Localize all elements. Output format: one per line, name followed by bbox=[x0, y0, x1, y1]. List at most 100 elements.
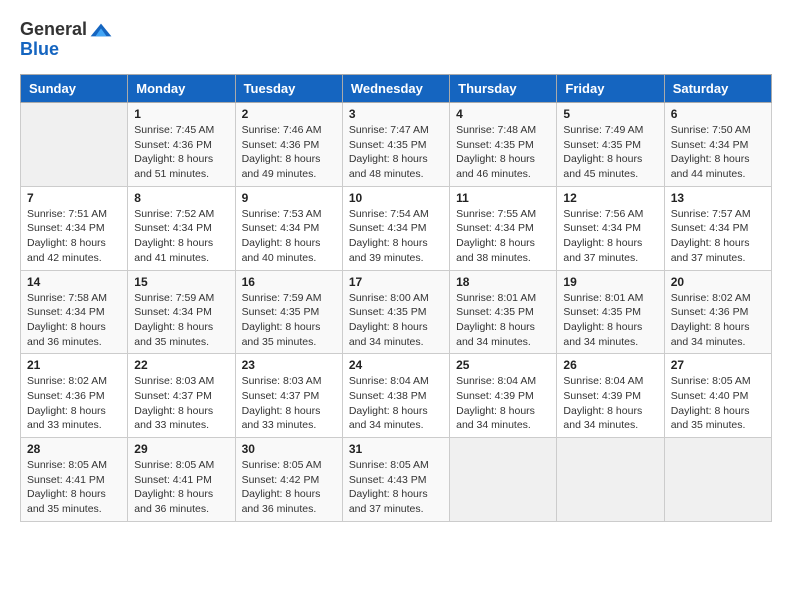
day-info: Sunrise: 8:03 AMSunset: 4:37 PMDaylight:… bbox=[134, 374, 228, 433]
day-info: Sunrise: 7:58 AMSunset: 4:34 PMDaylight:… bbox=[27, 291, 121, 350]
day-info: Sunrise: 7:45 AMSunset: 4:36 PMDaylight:… bbox=[134, 123, 228, 182]
calendar-week-4: 21 Sunrise: 8:02 AMSunset: 4:36 PMDaylig… bbox=[21, 354, 772, 438]
header-monday: Monday bbox=[128, 75, 235, 103]
calendar-week-2: 7 Sunrise: 7:51 AMSunset: 4:34 PMDayligh… bbox=[21, 186, 772, 270]
calendar-cell: 26 Sunrise: 8:04 AMSunset: 4:39 PMDaylig… bbox=[557, 354, 664, 438]
calendar-cell: 10 Sunrise: 7:54 AMSunset: 4:34 PMDaylig… bbox=[342, 186, 449, 270]
day-number: 25 bbox=[456, 358, 550, 372]
day-number: 11 bbox=[456, 191, 550, 205]
day-info: Sunrise: 7:46 AMSunset: 4:36 PMDaylight:… bbox=[242, 123, 336, 182]
day-number: 15 bbox=[134, 275, 228, 289]
day-info: Sunrise: 7:50 AMSunset: 4:34 PMDaylight:… bbox=[671, 123, 765, 182]
calendar-cell: 19 Sunrise: 8:01 AMSunset: 4:35 PMDaylig… bbox=[557, 270, 664, 354]
calendar-cell: 29 Sunrise: 8:05 AMSunset: 4:41 PMDaylig… bbox=[128, 438, 235, 522]
calendar-cell: 15 Sunrise: 7:59 AMSunset: 4:34 PMDaylig… bbox=[128, 270, 235, 354]
calendar-cell bbox=[664, 438, 771, 522]
calendar-cell: 6 Sunrise: 7:50 AMSunset: 4:34 PMDayligh… bbox=[664, 103, 771, 187]
header-wednesday: Wednesday bbox=[342, 75, 449, 103]
day-info: Sunrise: 7:53 AMSunset: 4:34 PMDaylight:… bbox=[242, 207, 336, 266]
day-number: 23 bbox=[242, 358, 336, 372]
day-number: 16 bbox=[242, 275, 336, 289]
calendar-cell: 4 Sunrise: 7:48 AMSunset: 4:35 PMDayligh… bbox=[450, 103, 557, 187]
calendar-cell: 9 Sunrise: 7:53 AMSunset: 4:34 PMDayligh… bbox=[235, 186, 342, 270]
calendar-cell bbox=[21, 103, 128, 187]
calendar-week-5: 28 Sunrise: 8:05 AMSunset: 4:41 PMDaylig… bbox=[21, 438, 772, 522]
day-number: 2 bbox=[242, 107, 336, 121]
calendar-cell bbox=[557, 438, 664, 522]
calendar-cell: 30 Sunrise: 8:05 AMSunset: 4:42 PMDaylig… bbox=[235, 438, 342, 522]
day-number: 8 bbox=[134, 191, 228, 205]
day-number: 5 bbox=[563, 107, 657, 121]
header-thursday: Thursday bbox=[450, 75, 557, 103]
day-number: 13 bbox=[671, 191, 765, 205]
logo-icon bbox=[89, 20, 113, 40]
day-number: 9 bbox=[242, 191, 336, 205]
calendar-header: SundayMondayTuesdayWednesdayThursdayFrid… bbox=[21, 75, 772, 103]
header-tuesday: Tuesday bbox=[235, 75, 342, 103]
day-number: 19 bbox=[563, 275, 657, 289]
logo-general: General bbox=[20, 20, 87, 40]
day-info: Sunrise: 8:01 AMSunset: 4:35 PMDaylight:… bbox=[563, 291, 657, 350]
day-info: Sunrise: 8:05 AMSunset: 4:40 PMDaylight:… bbox=[671, 374, 765, 433]
calendar-cell: 22 Sunrise: 8:03 AMSunset: 4:37 PMDaylig… bbox=[128, 354, 235, 438]
day-number: 10 bbox=[349, 191, 443, 205]
calendar-cell: 1 Sunrise: 7:45 AMSunset: 4:36 PMDayligh… bbox=[128, 103, 235, 187]
day-info: Sunrise: 8:04 AMSunset: 4:38 PMDaylight:… bbox=[349, 374, 443, 433]
day-info: Sunrise: 8:03 AMSunset: 4:37 PMDaylight:… bbox=[242, 374, 336, 433]
day-info: Sunrise: 7:59 AMSunset: 4:34 PMDaylight:… bbox=[134, 291, 228, 350]
day-info: Sunrise: 8:05 AMSunset: 4:41 PMDaylight:… bbox=[134, 458, 228, 517]
day-number: 29 bbox=[134, 442, 228, 456]
calendar-cell: 14 Sunrise: 7:58 AMSunset: 4:34 PMDaylig… bbox=[21, 270, 128, 354]
calendar-cell: 7 Sunrise: 7:51 AMSunset: 4:34 PMDayligh… bbox=[21, 186, 128, 270]
day-info: Sunrise: 7:57 AMSunset: 4:34 PMDaylight:… bbox=[671, 207, 765, 266]
calendar-cell: 31 Sunrise: 8:05 AMSunset: 4:43 PMDaylig… bbox=[342, 438, 449, 522]
header-friday: Friday bbox=[557, 75, 664, 103]
day-number: 12 bbox=[563, 191, 657, 205]
day-number: 18 bbox=[456, 275, 550, 289]
header-sunday: Sunday bbox=[21, 75, 128, 103]
calendar-cell: 11 Sunrise: 7:55 AMSunset: 4:34 PMDaylig… bbox=[450, 186, 557, 270]
day-info: Sunrise: 7:52 AMSunset: 4:34 PMDaylight:… bbox=[134, 207, 228, 266]
day-info: Sunrise: 8:02 AMSunset: 4:36 PMDaylight:… bbox=[671, 291, 765, 350]
logo: General Blue bbox=[20, 20, 113, 60]
day-info: Sunrise: 8:02 AMSunset: 4:36 PMDaylight:… bbox=[27, 374, 121, 433]
day-info: Sunrise: 7:54 AMSunset: 4:34 PMDaylight:… bbox=[349, 207, 443, 266]
day-number: 1 bbox=[134, 107, 228, 121]
day-info: Sunrise: 8:04 AMSunset: 4:39 PMDaylight:… bbox=[563, 374, 657, 433]
day-info: Sunrise: 7:56 AMSunset: 4:34 PMDaylight:… bbox=[563, 207, 657, 266]
day-number: 21 bbox=[27, 358, 121, 372]
day-info: Sunrise: 7:47 AMSunset: 4:35 PMDaylight:… bbox=[349, 123, 443, 182]
calendar-cell: 13 Sunrise: 7:57 AMSunset: 4:34 PMDaylig… bbox=[664, 186, 771, 270]
calendar-body: 1 Sunrise: 7:45 AMSunset: 4:36 PMDayligh… bbox=[21, 103, 772, 522]
calendar-cell: 17 Sunrise: 8:00 AMSunset: 4:35 PMDaylig… bbox=[342, 270, 449, 354]
calendar-cell: 18 Sunrise: 8:01 AMSunset: 4:35 PMDaylig… bbox=[450, 270, 557, 354]
day-info: Sunrise: 8:01 AMSunset: 4:35 PMDaylight:… bbox=[456, 291, 550, 350]
calendar-cell: 21 Sunrise: 8:02 AMSunset: 4:36 PMDaylig… bbox=[21, 354, 128, 438]
day-number: 31 bbox=[349, 442, 443, 456]
day-info: Sunrise: 8:05 AMSunset: 4:41 PMDaylight:… bbox=[27, 458, 121, 517]
day-info: Sunrise: 7:48 AMSunset: 4:35 PMDaylight:… bbox=[456, 123, 550, 182]
calendar-week-3: 14 Sunrise: 7:58 AMSunset: 4:34 PMDaylig… bbox=[21, 270, 772, 354]
day-info: Sunrise: 8:00 AMSunset: 4:35 PMDaylight:… bbox=[349, 291, 443, 350]
calendar-cell: 28 Sunrise: 8:05 AMSunset: 4:41 PMDaylig… bbox=[21, 438, 128, 522]
day-number: 30 bbox=[242, 442, 336, 456]
calendar-cell: 16 Sunrise: 7:59 AMSunset: 4:35 PMDaylig… bbox=[235, 270, 342, 354]
calendar-cell: 8 Sunrise: 7:52 AMSunset: 4:34 PMDayligh… bbox=[128, 186, 235, 270]
calendar-week-1: 1 Sunrise: 7:45 AMSunset: 4:36 PMDayligh… bbox=[21, 103, 772, 187]
header-saturday: Saturday bbox=[664, 75, 771, 103]
day-info: Sunrise: 7:51 AMSunset: 4:34 PMDaylight:… bbox=[27, 207, 121, 266]
calendar-cell: 12 Sunrise: 7:56 AMSunset: 4:34 PMDaylig… bbox=[557, 186, 664, 270]
logo-blue: Blue bbox=[20, 39, 59, 59]
day-info: Sunrise: 8:04 AMSunset: 4:39 PMDaylight:… bbox=[456, 374, 550, 433]
day-info: Sunrise: 8:05 AMSunset: 4:43 PMDaylight:… bbox=[349, 458, 443, 517]
day-number: 27 bbox=[671, 358, 765, 372]
day-number: 22 bbox=[134, 358, 228, 372]
day-number: 6 bbox=[671, 107, 765, 121]
calendar-cell bbox=[450, 438, 557, 522]
day-info: Sunrise: 7:49 AMSunset: 4:35 PMDaylight:… bbox=[563, 123, 657, 182]
day-number: 28 bbox=[27, 442, 121, 456]
day-number: 3 bbox=[349, 107, 443, 121]
day-info: Sunrise: 7:55 AMSunset: 4:34 PMDaylight:… bbox=[456, 207, 550, 266]
day-number: 4 bbox=[456, 107, 550, 121]
calendar-cell: 23 Sunrise: 8:03 AMSunset: 4:37 PMDaylig… bbox=[235, 354, 342, 438]
